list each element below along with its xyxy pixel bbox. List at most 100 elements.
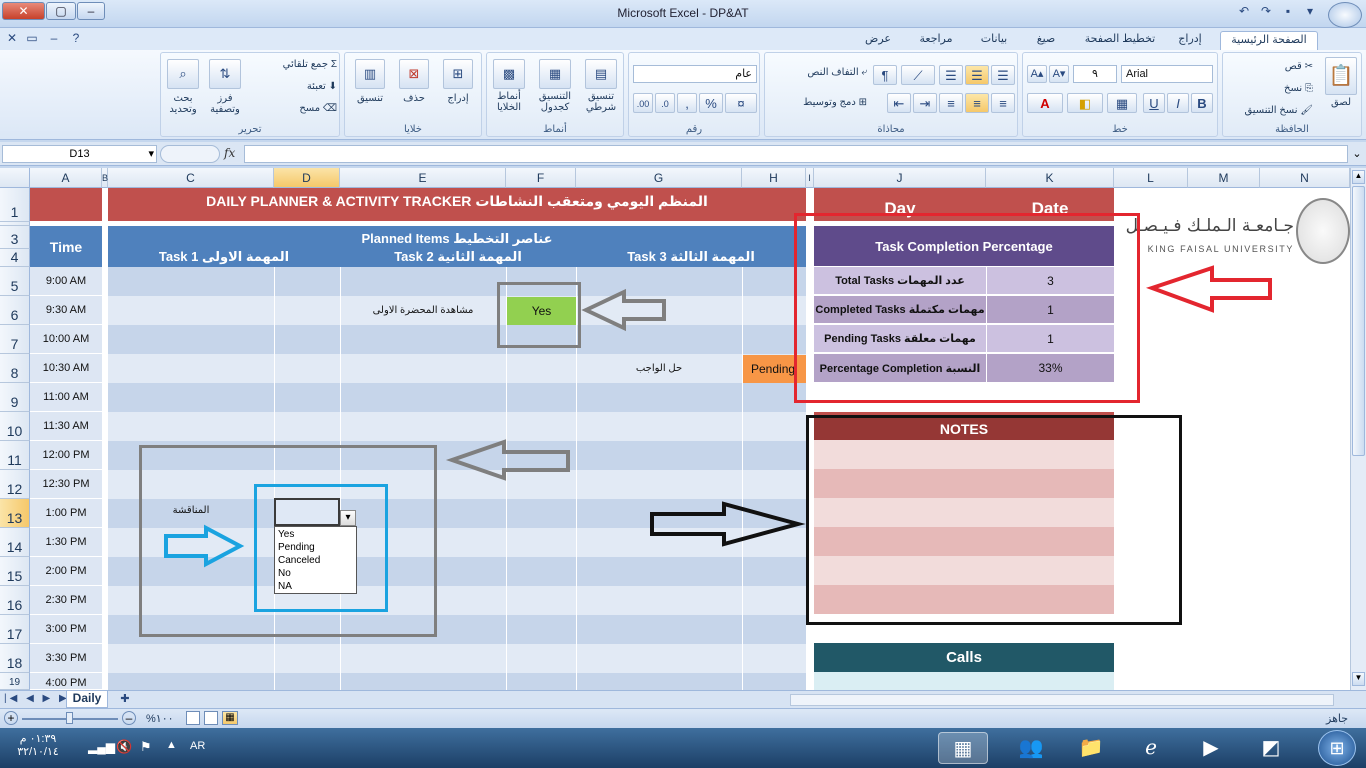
sort-filter-icon[interactable]: ⇅ — [209, 59, 241, 89]
tab-data[interactable]: بيانات — [972, 31, 1016, 50]
cell-styles-button[interactable]: أنماط الخلايا — [487, 91, 531, 113]
scroll-up-icon[interactable]: ▲ — [1352, 170, 1365, 184]
grow-font-icon[interactable]: A▴ — [1027, 65, 1047, 83]
sheet-tab-daily[interactable]: Daily — [66, 691, 108, 708]
number-format-select[interactable]: عام — [633, 65, 757, 83]
cell-styles-icon[interactable]: ▩ — [493, 59, 525, 89]
excel-taskbar-icon[interactable]: ▦ — [938, 732, 988, 764]
align-center-icon[interactable]: ≡ — [965, 93, 989, 113]
underline-button[interactable]: U — [1143, 93, 1165, 113]
increase-decimal-icon[interactable]: .00 — [633, 93, 653, 113]
zoom-in-icon[interactable]: + — [4, 711, 18, 725]
tab-insert[interactable]: إدراج — [1168, 31, 1212, 50]
sheet-navigation-icons[interactable]: |◀ ◀ ▶ ▶| — [4, 693, 75, 704]
indent-icon[interactable]: ⇥ — [913, 93, 937, 113]
volume-muted-icon[interactable]: 🔇 — [116, 739, 132, 755]
help-icon[interactable]: ? — [68, 31, 84, 47]
tab-view[interactable]: عرض — [858, 31, 898, 50]
shrink-font-icon[interactable]: A▾ — [1049, 65, 1069, 83]
redo-icon[interactable]: ↷ — [1258, 4, 1274, 20]
vertical-scrollbar[interactable]: ▲ ▼ — [1350, 168, 1366, 690]
paste-icon[interactable]: 📋 — [1325, 57, 1357, 95]
zoom-out-icon[interactable]: – — [122, 711, 136, 725]
minimize-workbook-icon[interactable]: – — [46, 31, 62, 47]
italic-button[interactable]: I — [1167, 93, 1189, 113]
network-icon[interactable]: ▂▄▆ — [88, 740, 115, 754]
office-button[interactable] — [1328, 2, 1362, 28]
copy-button[interactable]: نسخ ⎘ — [1253, 83, 1313, 94]
page-layout-view-icon[interactable] — [204, 711, 218, 725]
normal-view-icon[interactable]: ▦ — [222, 711, 238, 725]
clear-button[interactable]: مسح ⌫ — [249, 103, 337, 114]
start-button[interactable]: ⊞ — [1318, 730, 1356, 766]
autosum-button[interactable]: جمع تلقائي Σ — [249, 59, 337, 70]
borders-icon[interactable]: ▦ — [1107, 93, 1137, 113]
binoculars-icon[interactable]: ⌕ — [167, 59, 199, 89]
zoom-slider-thumb[interactable] — [66, 712, 73, 724]
decrease-decimal-icon[interactable]: .0 — [655, 93, 675, 113]
align-bottom-icon[interactable]: ☰ — [939, 65, 963, 85]
taskbar-clock[interactable]: ٠١:٣٩ م ٣٢/١٠/١٤ — [4, 732, 72, 758]
language-indicator[interactable]: AR — [190, 740, 205, 752]
sort-filter-button[interactable]: فرز وتصفية — [203, 93, 247, 115]
percent-button[interactable]: % — [699, 93, 723, 113]
align-left-icon[interactable]: ≡ — [939, 93, 963, 113]
page-break-view-icon[interactable] — [186, 711, 200, 725]
comma-button[interactable]: , — [677, 93, 697, 113]
delete-cells-icon[interactable]: ⊠ — [399, 59, 429, 89]
find-select-button[interactable]: بحث وتحديد — [161, 93, 205, 115]
cut-button[interactable]: قص ✂ — [1253, 61, 1313, 72]
tab-page-layout[interactable]: تخطيط الصفحة — [1078, 31, 1162, 50]
bold-button[interactable]: B — [1191, 93, 1213, 113]
font-size-select[interactable]: ٩ — [1073, 65, 1117, 83]
align-top-icon[interactable]: ☰ — [991, 65, 1015, 85]
name-box[interactable]: D13 ▾ — [2, 145, 157, 163]
action-center-icon[interactable]: ⚑ — [140, 739, 152, 755]
folder-taskbar-icon[interactable]: 📁 — [1066, 732, 1116, 764]
people-taskbar-icon[interactable]: 👥 — [1006, 732, 1056, 764]
horizontal-scrollbar[interactable] — [790, 694, 1334, 706]
formula-input[interactable] — [244, 145, 1348, 163]
format-as-table-icon[interactable]: ▦ — [539, 59, 571, 89]
format-cells-button[interactable]: تنسيق — [349, 93, 391, 104]
format-cells-icon[interactable]: ▥ — [355, 59, 385, 89]
tab-review[interactable]: مراجعة — [910, 31, 962, 50]
show-hidden-icons[interactable]: ▲ — [166, 739, 177, 751]
scroll-down-icon[interactable]: ▼ — [1352, 672, 1365, 686]
zoom-level[interactable]: %١٠٠ — [146, 712, 174, 725]
format-as-table-button[interactable]: التنسيق كجدول — [531, 91, 579, 113]
font-name-select[interactable]: Arial — [1121, 65, 1213, 83]
worksheet[interactable]: A B C D E F G H I J K L M N 1 3 4 5 6 7 … — [0, 168, 1350, 690]
insert-sheet-icon[interactable]: ✚ — [114, 692, 136, 707]
restore-workbook-icon[interactable]: ▭ — [24, 31, 40, 47]
wrap-text-button[interactable]: التفاف النص ⤶ — [771, 67, 867, 78]
quick-access-dropdown-icon[interactable]: ▾ — [1302, 4, 1318, 20]
font-color-icon[interactable]: A — [1027, 93, 1063, 113]
outdent-icon[interactable]: ⇤ — [887, 93, 911, 113]
align-right-icon[interactable]: ≡ — [991, 93, 1015, 113]
paste-button[interactable]: لصق — [1321, 97, 1361, 108]
tab-formulas[interactable]: صيغ — [1026, 31, 1066, 50]
fill-button[interactable]: تعبئة ⬇ — [249, 81, 337, 92]
conditional-format-icon[interactable]: ▤ — [585, 59, 617, 89]
delete-cells-button[interactable]: حذف — [395, 93, 433, 104]
conditional-format-button[interactable]: تنسيق شرطي — [579, 91, 623, 113]
close-workbook-icon[interactable]: ✕ — [4, 31, 20, 47]
expand-formula-icon[interactable]: ⌄ — [1350, 145, 1364, 163]
currency-icon[interactable]: ¤ — [725, 93, 757, 113]
undo-icon[interactable]: ↶ — [1236, 4, 1252, 20]
office-taskbar-icon[interactable]: ◩ — [1246, 732, 1296, 764]
fill-color-icon[interactable]: ◧ — [1067, 93, 1103, 113]
insert-cells-icon[interactable]: ⊞ — [443, 59, 473, 89]
insert-function-button[interactable]: fx — [224, 146, 235, 160]
media-player-icon[interactable]: ▶ — [1186, 732, 1236, 764]
rtl-icon[interactable]: ¶ — [873, 65, 897, 85]
tab-home[interactable]: الصفحة الرئيسية — [1220, 31, 1318, 50]
internet-explorer-icon[interactable]: ℯ — [1126, 732, 1176, 764]
merge-center-button[interactable]: دمج وتوسيط ⊞ — [771, 97, 867, 108]
save-icon[interactable]: ▪ — [1280, 4, 1296, 20]
format-painter-button[interactable]: نسخ التنسيق 🖌 — [1225, 105, 1313, 116]
insert-cells-button[interactable]: إدراج — [439, 93, 477, 104]
orientation-icon[interactable]: ⟋ — [901, 65, 935, 85]
scroll-thumb[interactable] — [1352, 186, 1365, 456]
